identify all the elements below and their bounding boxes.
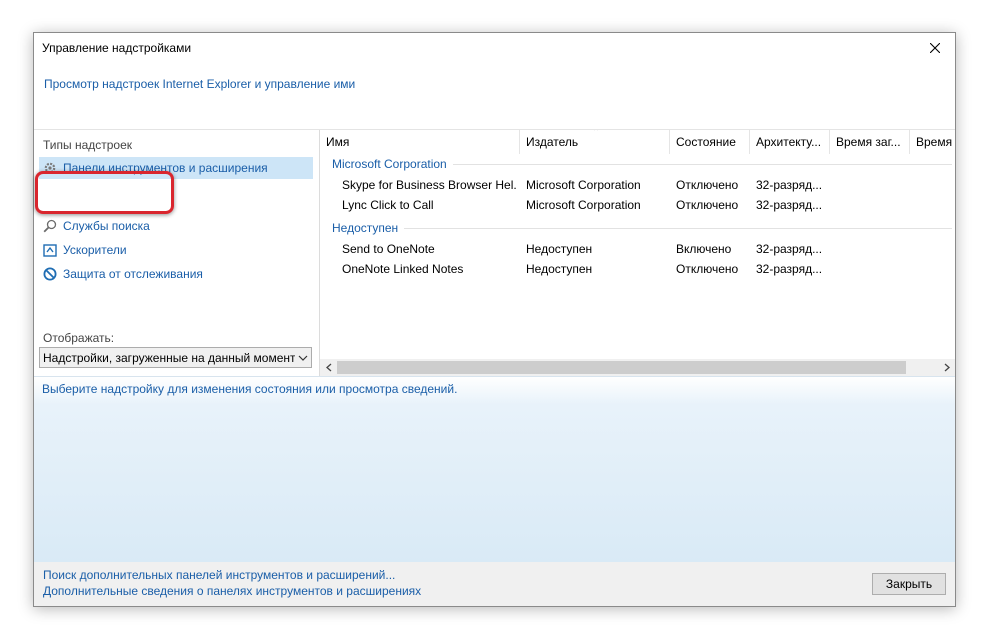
column-header-label: Издатель bbox=[526, 135, 579, 149]
group-header: Недоступен bbox=[332, 221, 405, 235]
row-publisher: Microsoft Corporation bbox=[526, 198, 641, 212]
row-architecture: 32-разряд... bbox=[756, 198, 823, 212]
column-header-architecture[interactable]: Архитекту... bbox=[750, 130, 830, 154]
show-dropdown[interactable]: Надстройки, загруженные на данный момент bbox=[39, 347, 312, 368]
row-publisher: Microsoft Corporation bbox=[526, 178, 641, 192]
type-item-label: Панели инструментов и расширения bbox=[63, 161, 268, 175]
chevron-left-icon bbox=[325, 363, 331, 372]
title-bar: Управление надстройками bbox=[34, 33, 955, 63]
close-icon bbox=[930, 43, 940, 53]
row-name: Lync Click to Call bbox=[342, 198, 434, 212]
close-window-button[interactable] bbox=[915, 33, 955, 63]
scrollbar-thumb[interactable] bbox=[337, 361, 906, 374]
show-label: Отображать: bbox=[43, 331, 115, 345]
scroll-left-button[interactable] bbox=[320, 359, 337, 376]
type-item-tracking-protection[interactable]: Защита от отслеживания bbox=[39, 263, 313, 285]
column-header-name[interactable]: Имя bbox=[320, 130, 520, 154]
window-title: Управление надстройками bbox=[42, 41, 192, 55]
column-header-status[interactable]: Состояние bbox=[670, 130, 750, 154]
details-panel: Выберите надстройку для изменения состоя… bbox=[34, 376, 955, 562]
footer: Поиск дополнительных панелей инструменто… bbox=[34, 562, 955, 606]
row-architecture: 32-разряд... bbox=[756, 178, 823, 192]
chevron-down-icon bbox=[295, 355, 311, 361]
group-header: Microsoft Corporation bbox=[332, 157, 453, 171]
row-architecture: 32-разряд... bbox=[756, 242, 823, 256]
column-header-label: Архитекту... bbox=[756, 135, 822, 149]
row-publisher: Недоступен bbox=[526, 262, 593, 276]
type-item-toolbars-extensions[interactable]: Панели инструментов и расширения bbox=[39, 157, 313, 179]
type-item-label: Защита от отслеживания bbox=[63, 267, 203, 281]
find-more-toolbars-link[interactable]: Поиск дополнительных панелей инструменто… bbox=[43, 568, 395, 582]
addon-types-label: Типы надстроек bbox=[43, 138, 133, 152]
type-item-label: Службы поиска bbox=[63, 219, 150, 233]
horizontal-scrollbar[interactable] bbox=[320, 359, 955, 376]
group-divider bbox=[332, 228, 952, 229]
details-text: Выберите надстройку для изменения состоя… bbox=[42, 382, 458, 396]
sort-up-icon: ⌃ bbox=[592, 130, 601, 138]
type-item-search-providers[interactable]: Службы поиска bbox=[39, 215, 313, 237]
gear-icon bbox=[42, 160, 58, 176]
column-header-time[interactable]: Время bbox=[910, 130, 955, 154]
column-header-label: Состояние bbox=[676, 135, 736, 149]
row-name: OneNote Linked Notes bbox=[342, 262, 464, 276]
row-status: Отключено bbox=[676, 178, 739, 192]
column-header-load-time[interactable]: Время заг... bbox=[830, 130, 910, 154]
close-button-label: Закрыть bbox=[885, 577, 933, 591]
type-item-accelerators[interactable]: Ускорители bbox=[39, 239, 313, 261]
row-status: Отключено bbox=[676, 262, 739, 276]
dropdown-value: Надстройки, загруженные на данный момент bbox=[43, 350, 295, 365]
chevron-right-icon bbox=[944, 363, 950, 372]
search-icon bbox=[42, 218, 58, 234]
row-publisher: Недоступен bbox=[526, 242, 593, 256]
column-header-label: Время bbox=[916, 135, 953, 149]
scroll-right-button[interactable] bbox=[938, 359, 955, 376]
row-name: Send to OneNote bbox=[342, 242, 435, 256]
no-entry-icon bbox=[42, 266, 58, 282]
row-status: Включено bbox=[676, 242, 732, 256]
addon-list: Имя Издатель ⌃ Состояние Архитекту... Вр… bbox=[320, 130, 955, 376]
row-status: Отключено bbox=[676, 198, 739, 212]
accelerator-icon bbox=[42, 242, 58, 258]
type-item-label: Ускорители bbox=[63, 243, 127, 257]
learn-more-toolbars-link[interactable]: Дополнительные сведения о панелях инстру… bbox=[43, 584, 421, 598]
addon-types-pane: Типы надстроек Панели инструментов и рас… bbox=[34, 130, 319, 376]
column-header-label: Время заг... bbox=[836, 135, 901, 149]
manage-addons-window: Управление надстройками Просмотр надстро… bbox=[33, 32, 956, 607]
column-header-label: Имя bbox=[326, 135, 350, 149]
close-button[interactable]: Закрыть bbox=[872, 573, 946, 595]
row-architecture: 32-разряд... bbox=[756, 262, 823, 276]
view-manage-addons-link[interactable]: Просмотр надстроек Internet Explorer и у… bbox=[44, 77, 355, 91]
row-name: Skype for Business Browser Hel... bbox=[342, 178, 516, 192]
